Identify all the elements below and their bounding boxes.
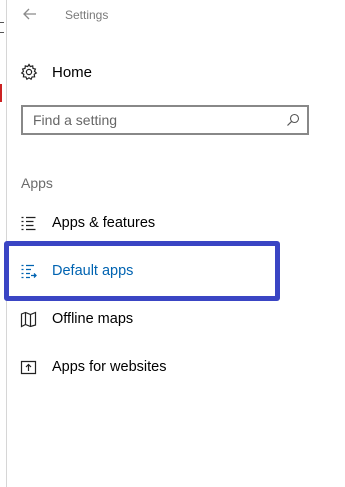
background-window-fragment xyxy=(0,84,6,102)
home-label: Home xyxy=(52,63,93,81)
title-bar: Settings xyxy=(7,0,345,30)
nav-item-offline-maps[interactable]: Offline maps xyxy=(20,304,270,334)
background-window-edge xyxy=(0,0,7,487)
open-in-app-icon xyxy=(20,360,37,374)
settings-window: Settings Home Apps Apps & features xyxy=(0,0,345,487)
home-link[interactable]: Home xyxy=(20,58,320,86)
back-button[interactable] xyxy=(21,5,39,23)
list-icon xyxy=(21,216,36,230)
search-field[interactable] xyxy=(21,105,309,135)
nav-item-label: Apps & features xyxy=(52,215,156,231)
nav-item-default-apps[interactable]: Default apps xyxy=(20,256,270,286)
window-title: Settings xyxy=(65,8,109,22)
map-icon xyxy=(20,311,37,327)
nav-item-label: Apps for websites xyxy=(52,359,167,375)
nav-item-label: Offline maps xyxy=(52,311,134,327)
gear-icon xyxy=(20,63,38,81)
search-icon[interactable] xyxy=(286,113,300,127)
nav-item-label: Default apps xyxy=(52,263,134,279)
nav-item-apps-for-websites[interactable]: Apps for websites xyxy=(20,352,270,382)
section-header-apps: Apps xyxy=(21,175,53,191)
nav-item-apps-features[interactable]: Apps & features xyxy=(20,208,270,238)
back-arrow-icon xyxy=(23,8,36,20)
search-input[interactable] xyxy=(23,111,285,129)
default-apps-icon xyxy=(21,264,37,278)
background-window-fragment xyxy=(0,22,4,33)
